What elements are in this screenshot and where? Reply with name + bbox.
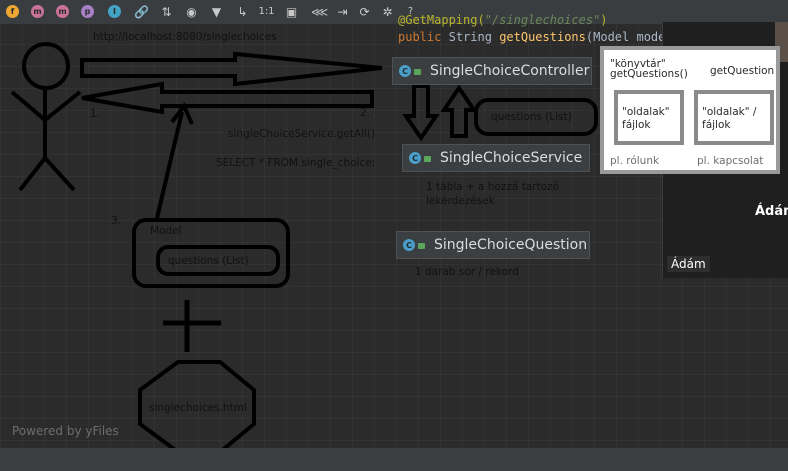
- request-arrow: [80, 51, 383, 87]
- pages-box-1-line2: fájlok: [622, 119, 651, 131]
- step2-label: 2.: [360, 107, 371, 119]
- response-arrow: [81, 81, 374, 115]
- pages-box-1-line1: "oldalak": [622, 106, 670, 118]
- participant-name: Ádám: [755, 204, 788, 219]
- sql-label: SELECT * FROM single_choice;: [216, 157, 376, 169]
- questions-list-right-label: questions (List): [491, 111, 572, 123]
- step3-label: 3.: [111, 215, 122, 227]
- lock-icon: [414, 69, 421, 75]
- step1-label: 1.: [90, 108, 101, 120]
- pages-box-2-line2: fájlok: [702, 119, 731, 131]
- down-arrow: [402, 84, 440, 142]
- node-label: SingleChoiceQuestion: [434, 237, 588, 253]
- node-single-choice-question[interactable]: C SingleChoiceQuestion: [396, 231, 590, 259]
- example-2-label: pl. kapcsolat: [697, 155, 764, 167]
- class-icon: C: [403, 239, 415, 251]
- questions-list-model-label: questions (List): [168, 255, 249, 267]
- model-label: Model: [150, 225, 182, 237]
- request-url-label: http://localhost:8080/singlechoices: [93, 31, 277, 43]
- class-icon: C: [399, 65, 411, 77]
- template-file-label: singlechoices.html: [149, 402, 247, 414]
- service-note-line2: lekérdezések: [426, 195, 495, 207]
- node-single-choice-service[interactable]: C SingleChoiceService: [402, 144, 590, 172]
- service-call-label: singleChoiceService.getAll(): [228, 128, 376, 140]
- node-label: SingleChoiceService: [440, 150, 583, 166]
- getquestion-label: getQuestion: [710, 65, 775, 77]
- user-stick-figure: [10, 42, 82, 192]
- lock-icon: [424, 156, 431, 162]
- pages-box-2-line1: "oldalak" /: [702, 106, 757, 118]
- diagram-canvas[interactable]: f m m p I 🔗 ⇅ ◉ ▼ ↳ 1:1 ▣ ⋘ ⇥ ⟳ ✲? @GetMapping("/single…: [0, 0, 788, 471]
- node-label: SingleChoiceController: [430, 63, 590, 79]
- bottom-bar: [0, 448, 788, 471]
- service-note-line1: 1 tábla + a hozzá tartozó: [426, 181, 560, 193]
- model-arrow: [155, 102, 194, 219]
- question-note: 1 darab sor / rekord: [415, 266, 519, 278]
- participant-name-tag: Ádám: [667, 256, 710, 272]
- class-icon: C: [409, 152, 421, 164]
- pages-box-1: "oldalak" fájlok: [614, 90, 684, 145]
- node-single-choice-controller[interactable]: C SingleChoiceController: [392, 57, 592, 85]
- example-1-label: pl. rólunk: [610, 155, 660, 167]
- library-method-label: getQuestions(): [610, 68, 688, 80]
- pages-box-2: "oldalak" / fájlok: [694, 90, 774, 145]
- powered-by-label: Powered by yFiles: [12, 424, 119, 438]
- lock-icon: [418, 243, 425, 249]
- layers-sketch-card: "könyvtár" getQuestions() getQuestion "o…: [600, 46, 780, 174]
- up-arrow: [440, 84, 478, 138]
- plus-sign: [163, 300, 221, 352]
